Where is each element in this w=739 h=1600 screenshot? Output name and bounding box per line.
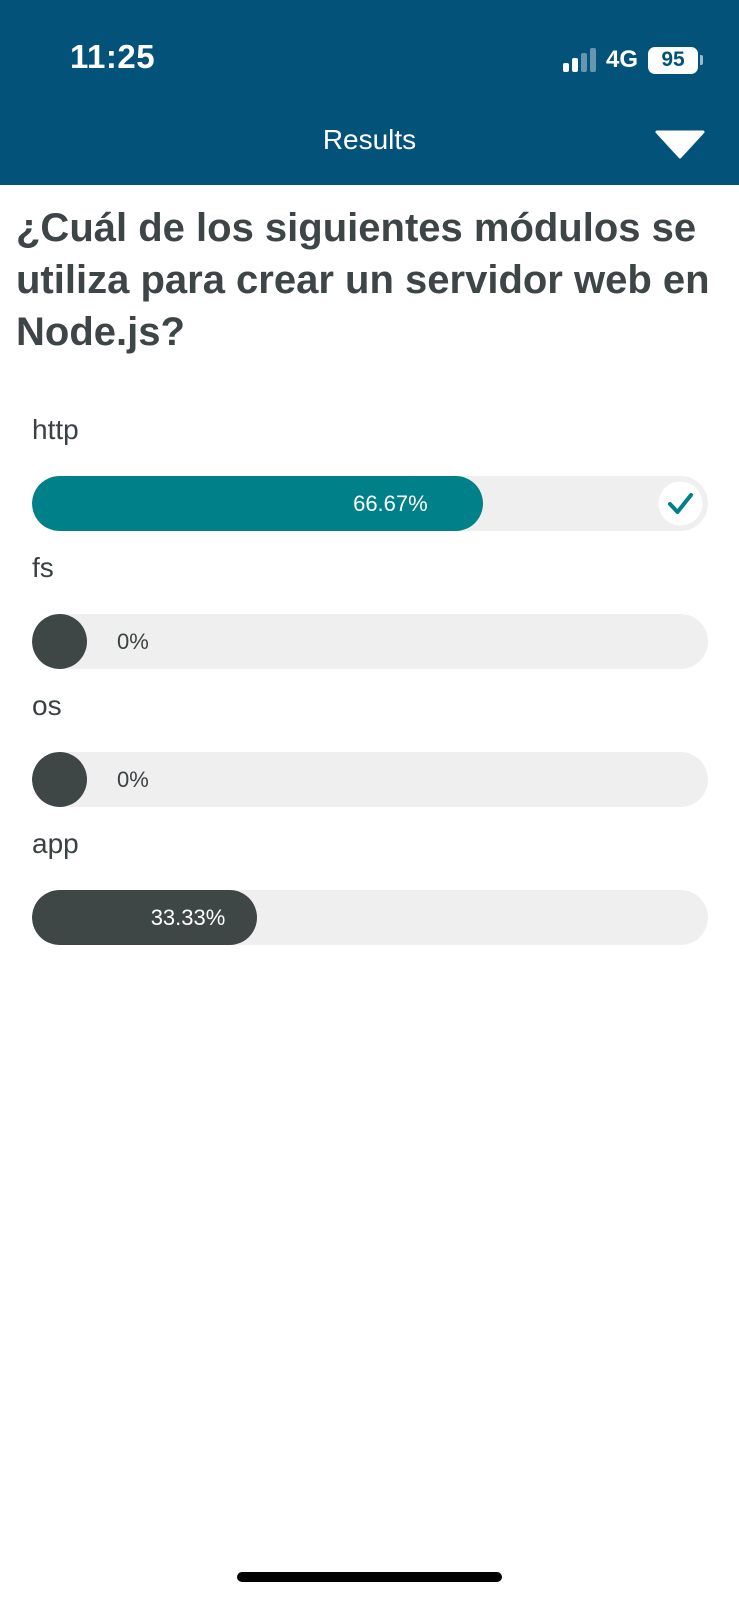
percentage-label: 33.33%	[150, 905, 226, 930]
answer-option-fs: fs 0%	[32, 552, 708, 669]
percentage-label: 66.67%	[353, 491, 428, 516]
result-bar-track: 0%	[32, 614, 708, 669]
answer-option-app: app 33.33%	[32, 828, 708, 945]
network-type: 4G	[605, 46, 638, 73]
option-label: app	[32, 828, 79, 859]
battery-icon: 95	[648, 46, 703, 74]
result-bar-track: 0%	[32, 752, 708, 807]
question-text: ¿Cuál de los siguientes módulos se utili…	[16, 206, 710, 354]
result-bar-track: 33.33%	[32, 890, 708, 945]
answer-option-http: http 66.67%	[32, 414, 708, 531]
chevron-down-icon[interactable]	[655, 130, 705, 160]
result-bar-fill	[32, 614, 87, 669]
page-title: Results	[322, 124, 417, 155]
home-indicator[interactable]	[237, 1572, 502, 1582]
option-label: os	[32, 690, 62, 721]
result-bar-fill	[32, 752, 87, 807]
answer-option-os: os 0%	[32, 690, 708, 807]
app-header: 11:25 4G 95 Results	[0, 0, 739, 185]
option-label: fs	[32, 552, 54, 583]
signal-strength-icon	[562, 48, 596, 72]
result-bar-track: 66.67%	[32, 476, 708, 531]
percentage-label: 0%	[117, 767, 149, 792]
status-indicators: 4G 95	[562, 42, 703, 78]
status-time: 11:25	[70, 38, 156, 75]
correct-check-icon	[658, 481, 703, 526]
percentage-label: 0%	[117, 629, 149, 654]
option-label: http	[32, 414, 79, 445]
battery-level: 95	[648, 46, 698, 74]
